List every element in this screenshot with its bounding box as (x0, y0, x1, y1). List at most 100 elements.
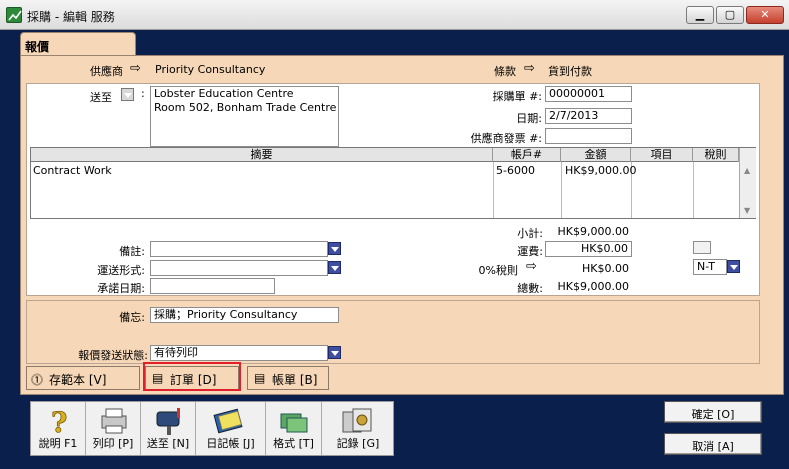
print-button[interactable]: 列印 [P] (86, 402, 141, 455)
print-label: 列印 [P] (92, 437, 134, 450)
tax-code-field[interactable]: N-T (693, 259, 727, 275)
minimize-button[interactable]: ▁ (686, 6, 714, 24)
maximize-icon: ▢ (724, 8, 736, 21)
bill-label: 帳單 [B] (272, 373, 318, 387)
app-icon (6, 7, 22, 23)
ship-to-dropdown[interactable] (121, 88, 134, 101)
close-icon: ✕ (760, 8, 770, 21)
comment-label: 備註: (119, 245, 145, 258)
journal-label: 日記帳 [J] (206, 437, 255, 450)
send-button[interactable]: 送至 [N] (141, 402, 196, 455)
save-template-label: 存範本 [V] (49, 373, 107, 387)
journal-button[interactable]: 日記帳 [J] (196, 402, 266, 455)
cancel-label: 取消 [A] (692, 440, 734, 453)
memo-label: 備忘: (119, 311, 145, 324)
purchase-window: 採購 - 編輯 服務 ▁ ▢ ✕ 報價 供應商 ⇨ Priority Consu… (0, 0, 789, 469)
po-number-field[interactable]: 00000001 (545, 86, 632, 102)
cancel-button[interactable]: 取消 [A] (664, 433, 762, 455)
save-template-icon: ⓵ (31, 373, 44, 387)
scroll-up-icon[interactable]: ▲ (744, 166, 750, 175)
help-icon: ? (51, 406, 68, 436)
scroll-down-icon[interactable]: ▼ (744, 206, 750, 215)
col-description[interactable]: 摘要 (31, 148, 493, 162)
bill-icon: ▤ (254, 371, 266, 385)
supplier-arrow-icon[interactable]: ⇨ (130, 61, 141, 76)
line-items-grid: 摘要 帳戶# 金額 項目 稅則 Contract Work 5-6000 HK$… (30, 147, 756, 219)
col-tax[interactable]: 稅則 (693, 148, 739, 162)
comment-dropdown[interactable] (328, 242, 341, 255)
col-amount[interactable]: 金額 (561, 148, 631, 162)
order-button-highlight (143, 362, 241, 391)
mailbox-icon (156, 408, 180, 435)
promised-date-label: 承諾日期: (97, 282, 145, 295)
ok-label: 確定 [O] (691, 408, 735, 421)
subtotal-value: HK$9,000.00 (557, 225, 629, 238)
window-title: 採購 - 編輯 服務 (27, 10, 115, 24)
supplier-invoice-field[interactable] (545, 128, 632, 144)
supplier-name[interactable]: Priority Consultancy (155, 63, 265, 76)
record-button[interactable]: 記錄 [G] (322, 402, 394, 455)
col-job[interactable]: 項目 (631, 148, 693, 162)
format-button[interactable]: 格式 [T] (266, 402, 322, 455)
record-label: 記錄 [G] (336, 437, 380, 450)
printer-icon (101, 408, 127, 434)
close-button[interactable]: ✕ (746, 6, 784, 24)
svg-text:?: ? (51, 406, 67, 436)
promised-date-field[interactable] (150, 278, 275, 294)
ship-via-field[interactable] (150, 260, 328, 276)
tab-quote[interactable]: 報價 (20, 32, 136, 56)
format-label: 格式 [T] (273, 437, 314, 450)
ship-via-dropdown[interactable] (328, 261, 341, 274)
subtotal-label: 小計: (517, 227, 543, 240)
grid-header: 摘要 帳戶# 金額 項目 稅則 (31, 148, 739, 162)
tax-code-dropdown[interactable] (727, 260, 740, 273)
grid-divider (493, 162, 494, 218)
quote-status-dropdown[interactable] (328, 346, 341, 359)
help-label: 說明 F1 (38, 437, 78, 450)
row-account[interactable]: 5-6000 (496, 164, 535, 178)
comment-field[interactable] (150, 241, 328, 257)
title-bar: 採購 - 編輯 服務 ▁ ▢ ✕ (0, 0, 789, 30)
grid-divider (561, 162, 562, 218)
help-button[interactable]: ? 說明 F1 (31, 402, 86, 455)
supplier-label: 供應商 (90, 65, 123, 78)
row-description[interactable]: Contract Work (33, 164, 488, 178)
ship-to-label: 送至 (90, 91, 112, 104)
freight-label: 運費: (517, 245, 543, 258)
maximize-button[interactable]: ▢ (716, 6, 744, 24)
grid-divider (693, 162, 694, 218)
total-label: 總數: (517, 282, 543, 295)
save-template-button[interactable]: ⓵ 存範本 [V] (26, 366, 140, 390)
freight-tax-code[interactable] (693, 241, 711, 254)
terms-arrow-icon[interactable]: ⇨ (524, 61, 535, 76)
freight-field[interactable]: HK$0.00 (545, 241, 632, 257)
quote-status-field[interactable]: 有待列印 (150, 345, 328, 361)
date-label: 日期: (516, 112, 542, 125)
address-line-1: Lobster Education Centre (154, 87, 294, 100)
date-field[interactable]: 2/7/2013 (545, 108, 632, 124)
quote-status-label: 報價發送狀態: (78, 349, 148, 362)
tax-arrow-icon[interactable]: ⇨ (526, 259, 537, 274)
total-value: HK$9,000.00 (557, 280, 629, 293)
memo-field[interactable]: 採購；Priority Consultancy (150, 307, 339, 323)
address-line-2: Room 502, Bonham Trade Centre (154, 101, 337, 114)
tax-label: 0%稅則 (478, 264, 518, 277)
terms-label: 條款 (494, 65, 516, 78)
po-label: 採購單 #: (492, 90, 542, 103)
bottom-toolbar: ? 說明 F1 列印 [P] 送至 [N] 日記帳 [J] 格式 [T] 記錄 … (30, 401, 394, 456)
format-icon (280, 413, 308, 433)
bill-button[interactable]: ▤ 帳單 [B] (247, 366, 329, 390)
tax-value: HK$0.00 (582, 262, 629, 275)
row-amount[interactable]: HK$9,000.00 (565, 164, 636, 178)
journal-icon (213, 408, 243, 434)
supplier-invoice-label: 供應商發票 #: (470, 132, 542, 145)
colon: : (141, 87, 145, 100)
ship-to-address[interactable]: Lobster Education Centre Room 502, Bonha… (150, 86, 339, 147)
ok-button[interactable]: 確定 [O] (664, 401, 762, 423)
grid-scrollbar[interactable]: ▲ ▼ (739, 148, 756, 218)
record-icon (342, 408, 372, 433)
ship-via-label: 運送形式: (97, 264, 145, 277)
tab-label: 報價 (25, 40, 50, 54)
col-account[interactable]: 帳戶# (493, 148, 561, 162)
terms-value: 貨到付款 (548, 65, 592, 78)
